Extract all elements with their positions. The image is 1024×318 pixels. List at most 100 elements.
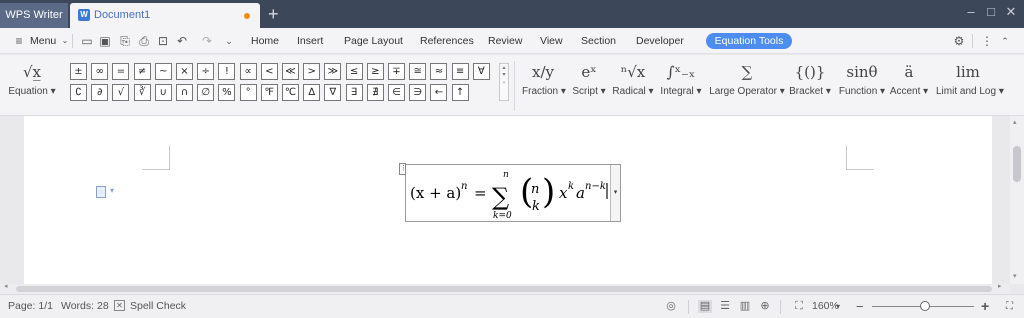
symbol-button[interactable]: ±	[70, 63, 87, 80]
symbol-button[interactable]: ∃	[345, 84, 363, 101]
maximize-icon[interactable]: □	[980, 2, 1002, 22]
new-tab-icon[interactable]: +	[268, 4, 279, 24]
tab-insert[interactable]: Insert	[297, 28, 323, 54]
scroll-right-icon[interactable]: ▸	[998, 282, 1002, 290]
symbol-button[interactable]: ≡	[451, 63, 469, 80]
redo-icon[interactable]: ↷	[200, 34, 214, 48]
symbol-button[interactable]: =	[112, 63, 130, 80]
symbol-button[interactable]: ∅	[197, 84, 215, 101]
export-pdf-icon[interactable]: ⎘	[118, 34, 132, 48]
symbol-button[interactable]: ∈	[388, 84, 405, 101]
symbol-button[interactable]: ℉	[260, 84, 278, 101]
settings-icon[interactable]: ⚙	[952, 34, 966, 48]
symbol-button[interactable]: ∋	[409, 84, 427, 101]
outline-view-icon[interactable]: ☰	[718, 300, 732, 313]
large-operator-button[interactable]: ∑ Large Operator ▾	[708, 59, 786, 109]
word-count[interactable]: Words: 28	[61, 295, 109, 318]
symbol-button[interactable]: <	[260, 63, 278, 80]
eye-protection-icon[interactable]: ◎	[664, 300, 678, 313]
web-view-icon[interactable]: ⊕	[758, 300, 772, 313]
minimize-icon[interactable]: –	[960, 2, 982, 22]
equation-object[interactable]: ⋮ (x + a) n = n ∑ k=0 ( n k ) x k a n−k …	[399, 163, 621, 222]
script-button[interactable]: eˣ Script ▾	[570, 59, 608, 109]
document-tab[interactable]: W Document1	[70, 3, 260, 28]
bracket-button[interactable]: {()} Bracket ▾	[788, 59, 832, 109]
reading-view-icon[interactable]: ▥	[738, 300, 752, 313]
equation-button[interactable]: √x̲ Equation ▾	[6, 59, 58, 109]
scroll-down-icon[interactable]: ▾	[1013, 272, 1017, 280]
symbol-button[interactable]: ≅	[409, 63, 427, 80]
tab-home[interactable]: Home	[251, 28, 279, 54]
chevron-down-icon[interactable]: ⌄	[58, 34, 72, 48]
tab-references[interactable]: References	[420, 28, 474, 54]
symbol-button[interactable]: √	[112, 84, 130, 101]
radical-button[interactable]: ⁿ√x Radical ▾	[612, 59, 654, 109]
fraction-button[interactable]: x/y Fraction ▾	[522, 59, 566, 109]
symbol-button[interactable]: %	[218, 84, 236, 101]
zoom-out-icon[interactable]: −	[856, 295, 864, 318]
close-icon[interactable]: ✕	[1000, 2, 1022, 22]
symbol-button[interactable]: ÷	[197, 63, 215, 80]
zoom-dropdown-icon[interactable]: ▾	[836, 295, 840, 318]
open-icon[interactable]: ▭	[80, 34, 94, 48]
scroll-left-icon[interactable]: ◂	[4, 282, 8, 290]
tab-review[interactable]: Review	[488, 28, 522, 54]
page-view-icon[interactable]: ▤	[698, 300, 712, 313]
page-count[interactable]: Page: 1/1	[8, 295, 53, 318]
fit-page-icon[interactable]: ⛶	[792, 300, 806, 313]
symbol-button[interactable]: ∛	[133, 84, 151, 101]
symbol-button[interactable]: ∪	[154, 84, 172, 101]
symbol-button[interactable]: ~	[154, 63, 172, 80]
symbol-button[interactable]: ∓	[388, 63, 405, 80]
zoom-level[interactable]: 160%	[812, 295, 839, 318]
symbol-button[interactable]: ≫	[324, 63, 342, 80]
tab-equation-tools[interactable]: Equation Tools	[706, 33, 792, 49]
menu-button[interactable]: Menu	[30, 28, 56, 54]
zoom-in-icon[interactable]: +	[981, 295, 989, 318]
spell-check-button[interactable]: Spell Check	[130, 295, 186, 318]
symbol-button[interactable]: ≪	[282, 63, 299, 80]
zoom-slider-knob[interactable]	[920, 301, 931, 311]
symbol-button[interactable]: ←	[430, 84, 448, 101]
symbol-button[interactable]: ∂	[91, 84, 109, 101]
integral-button[interactable]: ∫ˣ₋ₓ Integral ▾	[658, 59, 704, 109]
accent-button[interactable]: ä Accent ▾	[889, 59, 929, 109]
symbol-gallery-scroll[interactable]: ▴ ▾ ⌄	[499, 63, 509, 101]
equation-handle-icon[interactable]: ⋮	[399, 163, 407, 175]
preview-icon[interactable]: ⊡	[156, 34, 170, 48]
vertical-scrollbar[interactable]: ▴ ▾	[1010, 116, 1024, 284]
symbol-button[interactable]: ∆	[303, 84, 321, 101]
tab-section[interactable]: Section	[581, 28, 616, 54]
symbol-button[interactable]: ∩	[176, 84, 193, 101]
symbol-button[interactable]: ∞	[91, 63, 109, 80]
symbol-button[interactable]: ℃	[282, 84, 299, 101]
paragraph-layout-icon[interactable]	[96, 186, 106, 198]
symbol-button[interactable]: ×	[176, 63, 193, 80]
scroll-up-icon[interactable]: ▴	[1013, 118, 1017, 126]
undo-icon[interactable]: ↶	[175, 34, 189, 48]
equation-options-dropdown-icon[interactable]: ▾	[610, 165, 620, 221]
limit-and-log-button[interactable]: lim Limit and Log ▾	[936, 59, 1004, 109]
symbol-button[interactable]: ∀	[472, 63, 490, 80]
symbol-button[interactable]: ≤	[345, 63, 363, 80]
save-icon[interactable]: ▣	[98, 34, 112, 48]
collapse-ribbon-icon[interactable]: ⌃	[998, 34, 1012, 48]
print-icon[interactable]: ⎙	[137, 34, 151, 48]
symbol-button[interactable]: ≥	[366, 63, 384, 80]
horizontal-scrollbar[interactable]: ◂ ▸	[0, 282, 1010, 294]
symbol-button[interactable]: ∁	[70, 84, 87, 101]
more-icon[interactable]: ⌄	[222, 34, 236, 48]
horizontal-scroll-thumb[interactable]	[16, 286, 992, 292]
symbol-button[interactable]: ≠	[133, 63, 151, 80]
symbol-button[interactable]: ∄	[366, 84, 384, 101]
spell-check-icon[interactable]: ✕	[114, 300, 125, 311]
hamburger-icon[interactable]: ≡	[12, 34, 26, 48]
function-button[interactable]: sinθ Function ▾	[838, 59, 886, 109]
app-tab[interactable]: WPS Writer	[0, 3, 68, 28]
symbol-button[interactable]: !	[218, 63, 236, 80]
symbol-button[interactable]: ≈	[430, 63, 448, 80]
symbol-button[interactable]: ∝	[239, 63, 257, 80]
tab-page-layout[interactable]: Page Layout	[344, 28, 403, 54]
tab-developer[interactable]: Developer	[636, 28, 684, 54]
document-page[interactable]: ▾ ⋮ (x + a) n = n ∑ k=0 ( n k ) x k a n−…	[24, 116, 992, 284]
